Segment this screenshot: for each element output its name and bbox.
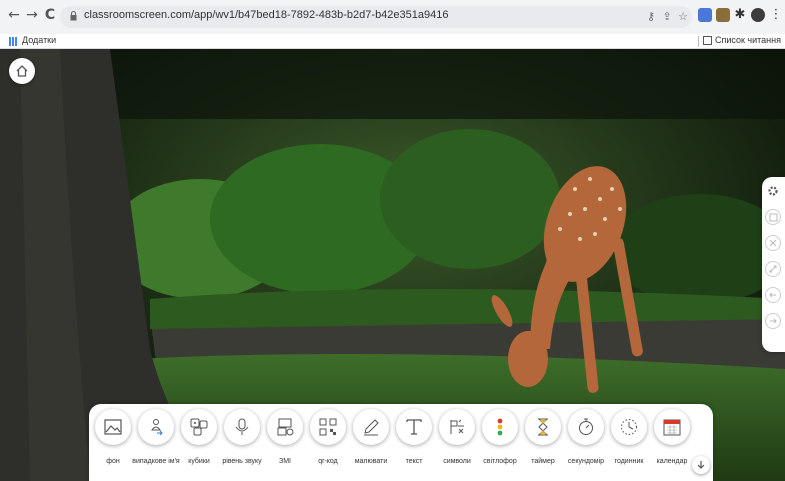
reload-icon[interactable]: C — [42, 7, 58, 23]
redo-icon[interactable] — [765, 313, 781, 329]
profile-avatar[interactable] — [751, 8, 765, 22]
extension-icon[interactable] — [698, 8, 712, 22]
apps-bookmark[interactable]: Додатки — [22, 35, 56, 45]
reading-list-icon[interactable] — [703, 36, 712, 45]
menu-icon[interactable]: ⋮ — [769, 8, 783, 22]
background-scene: фон випадкове ім'я кубики рівень звуку З… — [0, 49, 785, 481]
microphone-icon — [235, 418, 249, 435]
background-image-icon — [104, 419, 122, 435]
star-icon[interactable]: ☆ — [676, 10, 690, 24]
home-icon — [16, 65, 28, 77]
share-icon[interactable]: ⇪ — [660, 10, 674, 24]
dice-icon — [190, 418, 208, 436]
tool-dice[interactable]: кубики — [177, 409, 221, 477]
lock-icon — [70, 11, 77, 21]
fullscreen-icon[interactable] — [765, 261, 781, 277]
random-name-icon — [151, 419, 163, 436]
forward-icon[interactable]: → — [24, 7, 40, 23]
more-tools-button[interactable] — [692, 456, 710, 474]
media-icon — [277, 418, 294, 436]
tool-random-name[interactable]: випадкове ім'я — [132, 409, 180, 477]
tool-calendar[interactable]: календар — [650, 409, 694, 477]
back-icon[interactable]: ← — [6, 7, 22, 23]
undo-icon[interactable] — [765, 287, 781, 303]
tool-background[interactable]: фон — [91, 409, 135, 477]
tool-sound-level[interactable]: рівень звуку — [220, 409, 264, 477]
stopwatch-icon — [579, 418, 593, 435]
symbols-icon — [450, 419, 464, 434]
url-text: classroomscreen.com/app/wv1/b47bed18-789… — [84, 9, 449, 21]
reading-list[interactable]: Список читання — [715, 35, 781, 45]
key-icon[interactable]: ⚷ — [644, 10, 658, 24]
bookmarks-bar: Додатки Список читання — [0, 34, 785, 49]
tool-traffic-light[interactable]: світлофор — [478, 409, 522, 477]
address-bar[interactable]: classroomscreen.com/app/wv1/b47bed18-789… — [60, 6, 692, 28]
tool-clock[interactable]: годинник — [607, 409, 651, 477]
tool-text[interactable]: текст — [392, 409, 436, 477]
settings-icon[interactable] — [765, 183, 781, 199]
side-panel — [762, 177, 785, 352]
tool-media[interactable]: ЗМІ — [263, 409, 307, 477]
widget-toolbar: фон випадкове ім'я кубики рівень звуку З… — [89, 404, 713, 481]
save-icon[interactable] — [765, 209, 781, 225]
qr-code-icon — [319, 418, 337, 436]
home-button[interactable] — [9, 58, 35, 84]
hourglass-icon — [538, 418, 548, 436]
extension-icon[interactable] — [716, 8, 730, 22]
apps-icon[interactable] — [9, 37, 18, 46]
pencil-icon — [364, 419, 379, 436]
shuffle-icon[interactable] — [765, 235, 781, 251]
tool-stopwatch[interactable]: секундомір — [564, 409, 608, 477]
calendar-icon — [663, 419, 681, 436]
browser-toolbar: ← → C classroomscreen.com/app/wv1/b47bed… — [0, 0, 785, 34]
chevron-down-icon — [697, 461, 705, 469]
tool-qr-code[interactable]: qr-код — [306, 409, 350, 477]
puzzle-icon[interactable]: ✱ — [733, 8, 747, 22]
text-icon — [406, 419, 422, 435]
tool-draw[interactable]: малювати — [349, 409, 393, 477]
divider — [698, 36, 699, 47]
tool-timer[interactable]: таймер — [521, 409, 565, 477]
clock-icon — [621, 419, 637, 435]
tool-symbols[interactable]: символи — [435, 409, 479, 477]
traffic-light-icon — [497, 418, 503, 436]
